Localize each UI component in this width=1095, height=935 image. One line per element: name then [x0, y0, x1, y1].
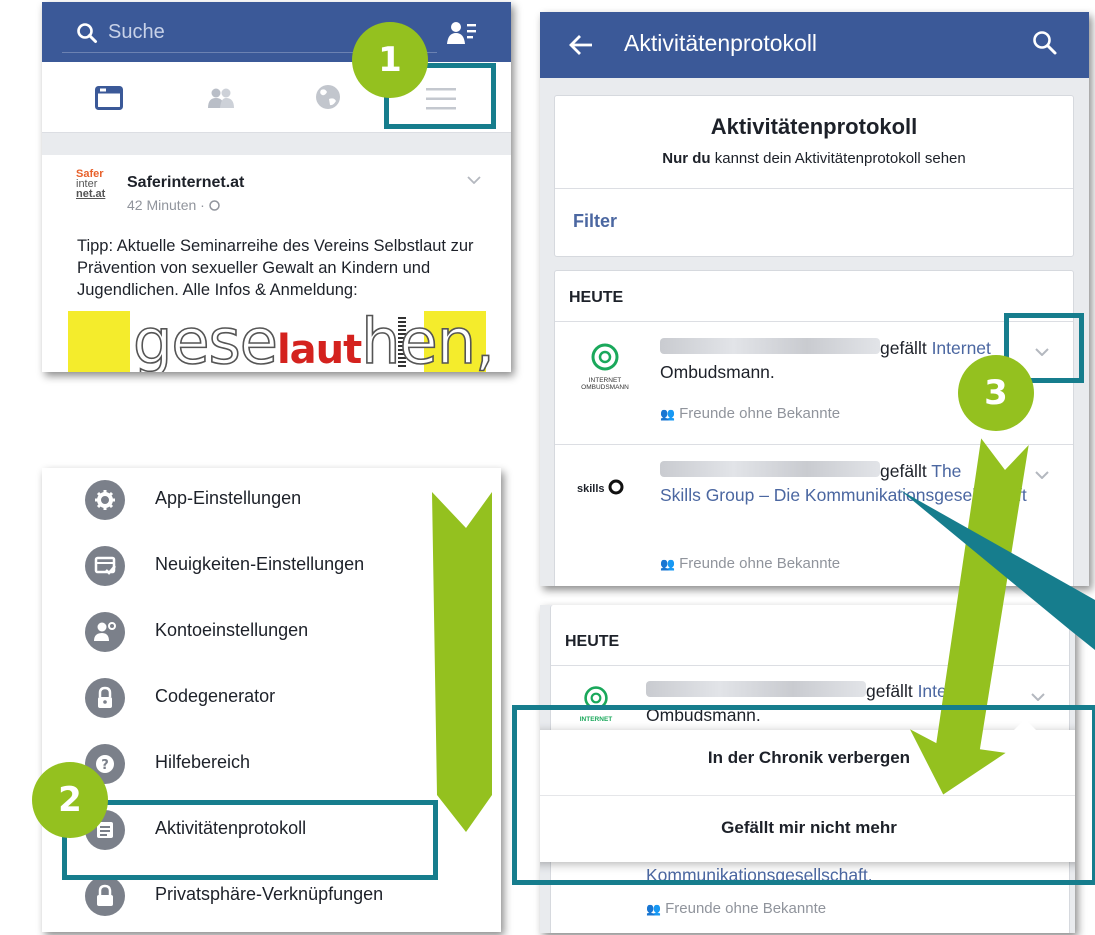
- friend-requests-icon[interactable]: [447, 20, 477, 46]
- menu-item-label: Neuigkeiten-Einstellungen: [155, 554, 365, 574]
- audience[interactable]: 👥 Freunde ohne Bekannte: [660, 555, 840, 572]
- menu-item-label: Kontoeinstellungen: [155, 620, 309, 640]
- header-title: Aktivitätenprotokoll: [624, 30, 818, 56]
- menu-item-hilfebereich[interactable]: ? Hilfebereich: [85, 736, 485, 792]
- activity-verb: gefällt: [880, 338, 932, 358]
- newsfeed-settings-icon: [85, 546, 125, 586]
- skills-logo: skills: [577, 479, 637, 499]
- ombudsmann-logo: INTERNET OMBUDSMANN: [580, 342, 630, 392]
- image-text: gese: [132, 305, 279, 372]
- activity-text: gefällt The Skills Group – Die Kommunika…: [660, 459, 1030, 507]
- blurred-name: [646, 681, 866, 697]
- post-timestamp: 42 Minuten ·: [127, 197, 205, 213]
- image-text: hen,: [360, 305, 495, 372]
- menu-item-neuigkeiten-einstellungen[interactable]: Neuigkeiten-Einstellungen: [85, 538, 485, 594]
- highlight-activity-log: [62, 800, 438, 880]
- chevron-down-icon[interactable]: [1035, 471, 1049, 479]
- activity-verb: gefällt: [880, 461, 932, 481]
- menu-item-label: Codegenerator: [155, 686, 276, 706]
- image-yellow-block: [68, 311, 130, 372]
- audience-label: Freunde ohne Bekannte: [665, 900, 827, 917]
- audience: 👥 Freunde ohne Bekannte: [646, 900, 826, 917]
- post-logo[interactable]: Safer inter net.at: [76, 169, 114, 211]
- callout-2: 2: [32, 762, 108, 838]
- menu-item-label: Hilfebereich: [155, 752, 251, 772]
- globe-tab-icon[interactable]: [315, 84, 341, 110]
- page-link[interactable]: The: [931, 461, 961, 481]
- blurred-name: [660, 461, 880, 477]
- account-settings-icon: [85, 612, 125, 652]
- logo-text: net.at: [76, 188, 106, 200]
- image-title: geselauthen,: [132, 305, 495, 372]
- page-link[interactable]: Inter: [918, 681, 953, 701]
- card-subtitle-rest: kannst dein Aktivitätenprotokoll sehen: [710, 150, 966, 167]
- feed-separator: [42, 133, 511, 155]
- filter-button[interactable]: Filter: [573, 211, 617, 232]
- top-bar: Suche: [42, 2, 511, 62]
- privacy-lock-icon: [85, 876, 125, 916]
- divider: [555, 188, 1073, 189]
- callout-1: 1: [352, 22, 428, 98]
- friends-tab-icon[interactable]: [207, 88, 235, 108]
- page-link-cont[interactable]: Ombudsmann.: [660, 362, 775, 382]
- menu-item-codegenerator[interactable]: Codegenerator: [85, 670, 485, 726]
- search-icon[interactable]: [1032, 30, 1058, 56]
- activity-entry[interactable]: skills gefällt The Skills Group – Die Ko…: [555, 445, 1073, 586]
- gear-icon: [85, 480, 125, 520]
- info-card: Aktivitätenprotokoll Nur du kannst dein …: [554, 95, 1074, 257]
- friends-icon: 👥: [660, 557, 675, 571]
- svg-text:?: ?: [101, 758, 109, 773]
- post-time: 42 Minuten ·: [127, 197, 220, 213]
- logo-text: INTERNET OMBUDSMANN: [581, 377, 629, 391]
- audience-label: Freunde ohne Bekannte: [679, 405, 841, 422]
- post-image[interactable]: geselauthen,: [68, 306, 496, 372]
- friends-icon: 👥: [660, 407, 675, 421]
- card-subtitle-bold: Nur du: [662, 150, 711, 167]
- audience[interactable]: 👥 Freunde ohne Bekannte: [660, 405, 840, 422]
- section-label: HEUTE: [565, 633, 620, 650]
- post-text: Tipp: Aktuelle Seminarreihe des Vereins …: [77, 237, 474, 299]
- card-subtitle: Nur du kannst dein Aktivitätenprotokoll …: [555, 150, 1073, 167]
- menu-item-app-einstellungen[interactable]: App-Einstellungen: [85, 472, 485, 528]
- post-page-name[interactable]: Saferinternet.at: [127, 174, 244, 192]
- page-link-cont[interactable]: Skills Group – Die Kommunikationsgesells…: [660, 485, 1027, 505]
- friends-icon: 👥: [646, 902, 661, 916]
- activity-verb: gefällt: [866, 681, 918, 701]
- card-title: Aktivitätenprotokoll: [710, 114, 918, 139]
- newsfeed-tab-icon[interactable]: [95, 86, 123, 110]
- callout-3: 3: [958, 355, 1034, 431]
- blurred-name: [660, 338, 880, 354]
- audience-label: Freunde ohne Bekannte: [679, 555, 841, 572]
- image-text-red: laut: [276, 327, 362, 372]
- menu-item-label: Privatsphäre-Verknüpfungen: [155, 884, 384, 904]
- lock-icon: [85, 678, 125, 718]
- at-icon: [591, 343, 619, 371]
- chevron-down-icon[interactable]: [467, 176, 481, 184]
- page-link[interactable]: Internet: [932, 338, 991, 358]
- divider: [551, 665, 1069, 666]
- search-icon: [77, 23, 97, 43]
- activity-header-bar: Aktivitätenprotokoll: [540, 12, 1089, 78]
- public-globe-icon: [208, 200, 220, 211]
- chevron-down-icon[interactable]: [1031, 693, 1045, 701]
- back-arrow-icon[interactable]: [568, 34, 594, 56]
- section-label: HEUTE: [569, 289, 624, 306]
- activity-log-panel: Aktivitätenprotokoll Aktivitätenprotokol…: [540, 12, 1089, 586]
- highlight-popup-menu: [512, 705, 1095, 885]
- ring-icon: [608, 479, 624, 495]
- newsfeed-panel: Suche Safer inter net.at Saferinternet.a…: [42, 2, 511, 372]
- menu-item-label: App-Einstellungen: [155, 488, 302, 508]
- menu-item-kontoeinstellungen[interactable]: Kontoeinstellungen: [85, 604, 485, 660]
- logo-text: skills: [577, 483, 605, 495]
- search-placeholder: Suche: [108, 21, 165, 43]
